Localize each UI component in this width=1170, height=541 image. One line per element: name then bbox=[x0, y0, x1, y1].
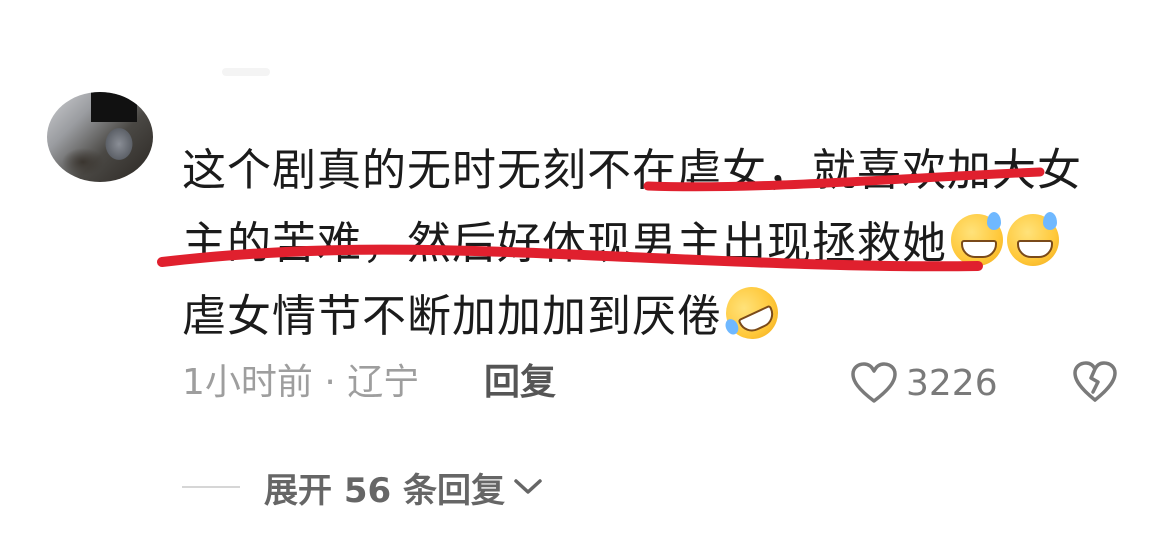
top-divider bbox=[222, 68, 270, 76]
avatar-mask bbox=[91, 92, 137, 122]
comment-line-3: 虐女情节不断加加加到厌倦 bbox=[182, 278, 1112, 353]
comment-line-1: 这个剧真的无时无刻不在虐女，就喜欢加大女 bbox=[182, 145, 1082, 196]
comment-line-2-text: 主的苦难，然后好体现男主出现拯救她 bbox=[182, 218, 947, 269]
meta-separator: · bbox=[324, 362, 336, 403]
reply-button[interactable]: 回复 bbox=[484, 358, 556, 408]
expand-replies[interactable]: 展开 56 条回复 bbox=[182, 464, 545, 511]
broken-heart-icon bbox=[1073, 361, 1117, 402]
like-count: 3226 bbox=[906, 362, 998, 404]
heart-icon bbox=[851, 362, 897, 403]
chevron-down-icon bbox=[514, 479, 542, 494]
dislike-button[interactable] bbox=[1072, 360, 1118, 408]
expand-divider bbox=[182, 486, 240, 488]
avatar[interactable] bbox=[47, 92, 153, 182]
comment-line-2: 主的苦难，然后好体现男主出现拯救她 bbox=[182, 207, 1112, 280]
comment-meta: 1小时前 · 辽宁 bbox=[182, 358, 419, 408]
comment-time: 1小时前 bbox=[182, 362, 313, 403]
like-button[interactable]: 3226 bbox=[850, 356, 998, 410]
rolling-laughing-emoji bbox=[717, 278, 787, 348]
expand-replies-label: 展开 56 条回复 bbox=[264, 470, 505, 511]
comment-location: 辽宁 bbox=[347, 362, 420, 403]
comment-line-3-text: 虐女情节不断加加加到厌倦 bbox=[182, 291, 722, 342]
grinning-sweat-emoji bbox=[1007, 212, 1059, 266]
comment-text: 这个剧真的无时无刻不在虐女，就喜欢加大女 主的苦难，然后好体现男主出现拯救她 虐… bbox=[182, 134, 1112, 353]
grinning-sweat-emoji bbox=[951, 212, 1003, 266]
